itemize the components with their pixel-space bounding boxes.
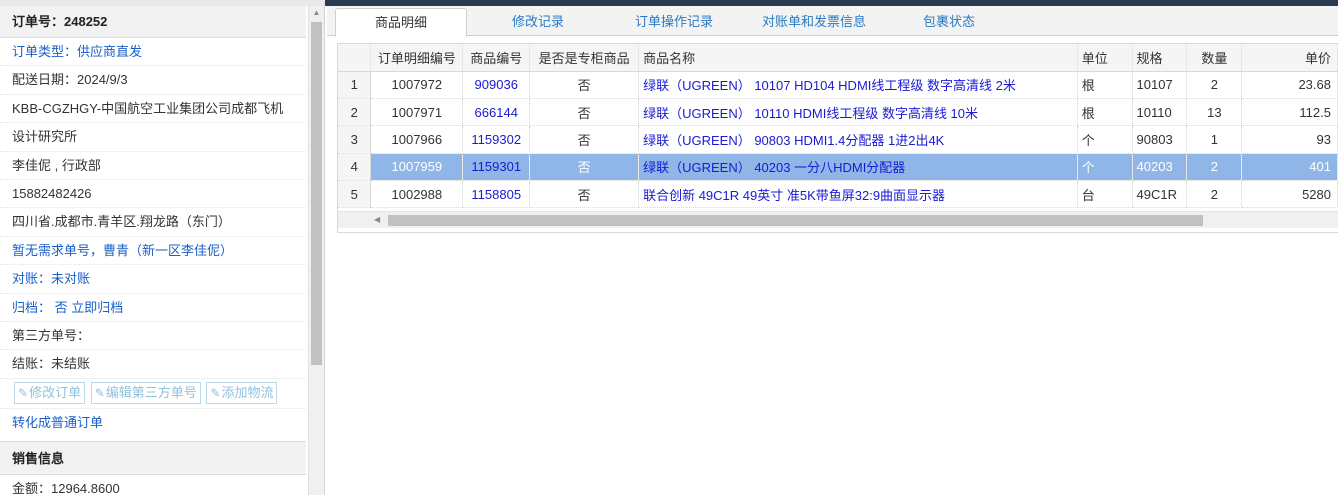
spec-cell: 49C1R xyxy=(1132,180,1188,209)
price-cell: 93 xyxy=(1241,125,1338,154)
edit-icon: ✎ xyxy=(18,385,29,400)
row-number: 5 xyxy=(338,180,372,209)
col-header-qty[interactable]: 数量 xyxy=(1186,44,1243,72)
spec-cell: 10110 xyxy=(1132,98,1188,127)
order-info-row[interactable]: 订单类型：供应商直发 xyxy=(0,38,306,67)
tab-bar: 商品明细 修改记录 订单操作记录 对账单和发票信息 包裹状态 xyxy=(327,6,1338,37)
table-row[interactable]: 2 1007971 666144 否绿联（UGREEN） 10110 HDMI线工程级… xyxy=(338,98,1338,127)
tab-product-details[interactable]: 商品明细 xyxy=(335,8,467,37)
product-name-link[interactable]: 绿联（UGREEN） 90803 HDMI1.4分配器 1进2出4K xyxy=(638,125,1078,154)
order-info-row: 李佳伲 , 行政部 xyxy=(0,152,306,180)
price-cell: 401 xyxy=(1241,153,1338,182)
counter-cell: 否 xyxy=(529,98,640,127)
order-info-row: 配送日期：2024/9/3 xyxy=(0,66,306,95)
order-info-row[interactable]: 归档： 否 立即归档 xyxy=(0,294,306,322)
edit-order-button[interactable]: ✎修改订单 xyxy=(14,381,86,404)
counter-cell: 否 xyxy=(529,153,640,182)
product-id-link[interactable]: 666144 xyxy=(462,98,531,127)
col-header-unit[interactable]: 单位 xyxy=(1077,44,1133,72)
left-vertical-scrollbar[interactable]: ▲ xyxy=(308,6,324,495)
edit-icon: ✎ xyxy=(94,385,105,400)
col-header-spec[interactable]: 规格 xyxy=(1132,44,1188,72)
order-info-row: 15882482426 xyxy=(0,180,306,209)
scroll-left-icon[interactable]: ◀ xyxy=(374,215,380,224)
table-row[interactable]: 1 1007972 909036 否绿联（UGREEN） 10107 HD104 HD… xyxy=(338,71,1338,99)
edit-third-party-number-button[interactable]: ✎编辑第三方单号 xyxy=(90,381,201,404)
detail-panel: 商品明细 修改记录 订单操作记录 对账单和发票信息 包裹状态 订单明细编号 商品… xyxy=(327,6,1338,495)
order-info-panel: 订单号：248252 订单类型：供应商直发 配送日期：2024/9/3 KBB-CG… xyxy=(0,6,325,495)
col-header-detail-id[interactable]: 订单明细编号 xyxy=(370,44,464,72)
table-row[interactable]: 4 1007959 1159301 否绿联（UGREEN） 40203 一分八HDMI… xyxy=(338,153,1338,182)
qty-cell: 2 xyxy=(1186,153,1243,182)
product-name-link[interactable]: 绿联（UGREEN） 10110 HDMI线工程级 数字高清线 10米 xyxy=(638,98,1078,127)
grid-horizontal-scrollbar[interactable]: ◀ xyxy=(338,211,1338,228)
detail-id-cell: 1007972 xyxy=(370,71,464,99)
unit-cell: 个 xyxy=(1077,153,1133,182)
col-header-product-id[interactable]: 商品编号 xyxy=(462,44,531,72)
product-table: 订单明细编号 商品编号 是否是专柜商品 商品名称 单位 规格 数量 单价 1 10… xyxy=(338,44,1338,209)
scroll-up-icon[interactable]: ▲ xyxy=(309,6,324,20)
tab-modify-records[interactable]: 修改记录 xyxy=(487,8,589,36)
counter-cell: 否 xyxy=(529,125,640,154)
tab-order-operation-records[interactable]: 订单操作记录 xyxy=(609,8,739,36)
price-cell: 5280 xyxy=(1241,180,1338,209)
order-info-row: 结账：未结账 xyxy=(0,350,306,379)
order-info-row: 设计研究所 xyxy=(0,123,306,152)
table-row[interactable]: 3 1007966 1159302 否绿联（UGREEN） 90803 HDMI1.4… xyxy=(338,125,1338,154)
product-name-link[interactable]: 绿联（UGREEN） 10107 HD104 HDMI线工程级 数字高清线 2米 xyxy=(638,71,1078,99)
qty-cell: 2 xyxy=(1186,180,1243,209)
edit-icon: ✎ xyxy=(210,385,221,400)
detail-id-cell: 1002988 xyxy=(370,180,464,209)
col-header-rownum xyxy=(338,44,372,72)
col-header-counter[interactable]: 是否是专柜商品 xyxy=(529,44,640,72)
product-id-link[interactable]: 909036 xyxy=(462,71,531,99)
row-number: 1 xyxy=(338,71,372,99)
product-id-link[interactable]: 1158805 xyxy=(462,180,531,209)
qty-cell: 1 xyxy=(1186,125,1243,154)
product-detail-grid: 订单明细编号 商品编号 是否是专柜商品 商品名称 单位 规格 数量 单价 1 10… xyxy=(337,43,1338,233)
unit-cell: 个 xyxy=(1077,125,1133,154)
price-cell: 112.5 xyxy=(1241,98,1338,127)
product-id-link[interactable]: 1159302 xyxy=(462,125,531,154)
qty-cell: 13 xyxy=(1186,98,1243,127)
action-button-row: ✎修改订单 ✎编辑第三方单号 ✎添加物流 xyxy=(0,379,306,409)
add-logistics-button[interactable]: ✎添加物流 xyxy=(206,381,278,404)
order-info-row[interactable]: 对账：未对账 xyxy=(0,265,306,294)
order-info-row: 第三方单号： xyxy=(0,322,306,351)
counter-cell: 否 xyxy=(529,71,640,99)
qty-cell: 2 xyxy=(1186,71,1243,99)
order-info-row: 四川省.成都市.青羊区.翔龙路（东门） xyxy=(0,208,306,237)
table-header-row: 订单明细编号 商品编号 是否是专柜商品 商品名称 单位 规格 数量 单价 xyxy=(338,44,1338,72)
sales-info-header: 销售信息 xyxy=(0,441,306,476)
row-number: 2 xyxy=(338,98,372,127)
col-header-name[interactable]: 商品名称 xyxy=(638,44,1078,72)
detail-id-cell: 1007971 xyxy=(370,98,464,127)
unit-cell: 根 xyxy=(1077,71,1133,99)
row-number: 3 xyxy=(338,125,372,154)
row-number: 4 xyxy=(338,153,372,182)
order-number-header: 订单号：248252 xyxy=(0,6,306,38)
product-name-link[interactable]: 绿联（UGREEN） 40203 一分八HDMI分配器 xyxy=(638,153,1078,182)
amount-row: 金额：12964.8600 xyxy=(0,475,306,495)
order-info-row: KBB-CGZHGY-中国航空工业集团公司成都飞机 xyxy=(0,95,306,124)
detail-id-cell: 1007959 xyxy=(370,153,464,182)
unit-cell: 根 xyxy=(1077,98,1133,127)
product-name-link[interactable]: 联合创新 49C1R 49英寸 准5K带鱼屏32:9曲面显示器 xyxy=(638,180,1078,209)
scrollbar-thumb[interactable] xyxy=(311,22,322,365)
spec-cell: 90803 xyxy=(1132,125,1188,154)
order-info-row[interactable]: 暂无需求单号，曹青（新一区李佳伲） xyxy=(0,237,306,266)
col-header-price[interactable]: 单价 xyxy=(1241,44,1338,72)
scrollbar-thumb[interactable] xyxy=(388,215,1203,226)
counter-cell: 否 xyxy=(529,180,640,209)
detail-id-cell: 1007966 xyxy=(370,125,464,154)
tab-statement-invoice[interactable]: 对账单和发票信息 xyxy=(739,8,889,36)
convert-to-normal-order-link[interactable]: 转化成普通订单 xyxy=(0,409,306,437)
tab-package-status[interactable]: 包裹状态 xyxy=(899,8,999,36)
unit-cell: 台 xyxy=(1077,180,1133,209)
product-id-link[interactable]: 1159301 xyxy=(462,153,531,182)
price-cell: 23.68 xyxy=(1241,71,1338,99)
spec-cell: 40203 xyxy=(1132,153,1188,182)
table-row[interactable]: 5 1002988 1158805 否联合创新 49C1R 49英寸 准5K带鱼屏32… xyxy=(338,180,1338,209)
spec-cell: 10107 xyxy=(1132,71,1188,99)
